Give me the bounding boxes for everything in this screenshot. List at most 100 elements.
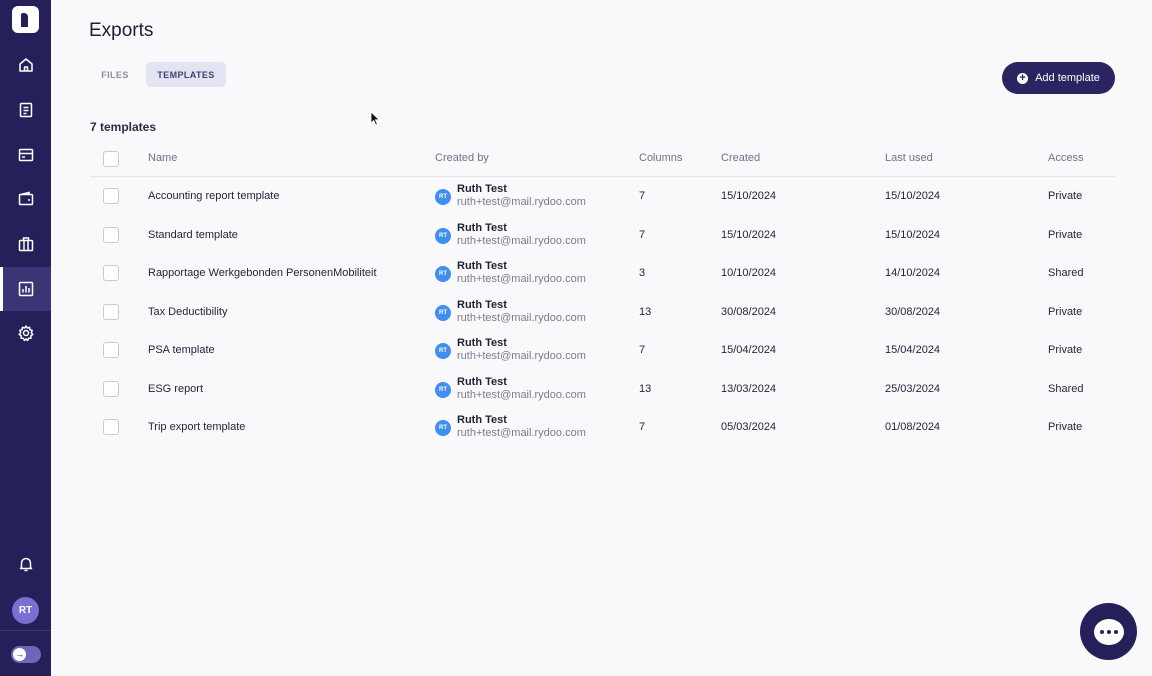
sidebar-divider <box>0 630 51 631</box>
row-checkbox[interactable] <box>103 303 119 320</box>
creator-email: ruth+test@mail.rydoo.com <box>457 427 586 439</box>
nav-expenses[interactable] <box>0 88 51 132</box>
creator-name: Ruth Test <box>457 298 507 311</box>
creator-email: ruth+test@mail.rydoo.com <box>457 388 586 401</box>
chat-dot <box>1099 629 1104 634</box>
logo-mark <box>21 13 28 27</box>
row-checkbox[interactable] <box>103 342 119 358</box>
row-checkbox[interactable] <box>103 265 119 281</box>
last-used-date: 15/10/2024 <box>885 228 941 241</box>
table-row[interactable]: Accounting report template RT Ruth Test ru… <box>90 177 1115 216</box>
chat-dot <box>1113 629 1118 634</box>
table-row[interactable]: PSA template RT Ruth Test ruth+test@mail.r… <box>90 331 1115 370</box>
column-count: 7 <box>639 190 646 202</box>
sidebar: RT → <box>0 0 51 676</box>
sidebar-collapse-toggle[interactable]: → <box>11 646 41 663</box>
row-checkbox[interactable] <box>103 380 119 397</box>
column-count: 7 <box>639 228 646 241</box>
template-name: Accounting report template <box>148 190 280 202</box>
header-created-by[interactable]: Created by <box>435 152 489 164</box>
table-header: Name Created by Columns Created Last use… <box>90 140 1115 177</box>
nav-travel[interactable] <box>0 222 51 266</box>
chat-button[interactable] <box>1080 603 1137 660</box>
column-count: 3 <box>639 267 646 279</box>
access-level: Private <box>1048 344 1083 356</box>
table-row[interactable]: ESG report RT Ruth Test ruth+test@mail.ryd… <box>90 370 1115 409</box>
created-date: 15/10/2024 <box>721 190 777 202</box>
column-count: 13 <box>639 305 652 318</box>
table-row[interactable]: Trip export template RT Ruth Test ruth+tes… <box>90 408 1115 447</box>
add-template-label: Add template <box>1035 72 1100 84</box>
created-date: 05/03/2024 <box>721 421 777 433</box>
reports-icon <box>18 281 33 297</box>
chat-dot <box>1106 629 1111 634</box>
nav-reports[interactable] <box>0 267 51 311</box>
nav-cards[interactable] <box>0 133 51 177</box>
access-level: Shared <box>1048 267 1084 279</box>
arrow-right-icon: → <box>13 648 26 661</box>
creator-email: ruth+test@mail.rydoo.com <box>457 311 586 324</box>
table-body: Accounting report template RT Ruth Test ru… <box>90 177 1115 447</box>
home-icon <box>18 58 33 72</box>
row-checkbox[interactable] <box>103 419 119 435</box>
template-name: Tax Deductibility <box>148 305 228 318</box>
creator-avatar: RT <box>435 266 451 282</box>
creator-avatar: RT <box>435 304 451 321</box>
last-used-date: 01/08/2024 <box>885 421 941 433</box>
tab-files[interactable]: FILES <box>90 62 140 87</box>
tab-templates[interactable]: TEMPLATES <box>146 62 226 87</box>
creator-avatar: RT <box>435 381 451 398</box>
nav-wallet[interactable] <box>0 177 51 221</box>
access-level: Private <box>1048 421 1083 433</box>
access-level: Private <box>1048 305 1083 318</box>
creator-email: ruth+test@mail.rydoo.com <box>457 273 586 285</box>
page-title: Exports <box>89 20 154 41</box>
select-all-checkbox[interactable] <box>103 151 119 167</box>
header-created[interactable]: Created <box>721 152 760 164</box>
wallet-icon <box>18 191 33 206</box>
created-date: 10/10/2024 <box>721 267 777 279</box>
creator-name: Ruth Test <box>457 221 507 234</box>
template-name: ESG report <box>148 382 204 395</box>
creator-avatar: RT <box>435 343 451 359</box>
creator-avatar: RT <box>435 189 451 205</box>
mouse-cursor-icon <box>370 111 380 126</box>
access-level: Private <box>1048 190 1083 202</box>
last-used-date: 15/04/2024 <box>885 344 941 356</box>
add-template-button[interactable]: + Add template <box>1002 62 1115 94</box>
bell-icon <box>19 557 32 572</box>
row-checkbox[interactable] <box>103 188 119 204</box>
created-date: 15/10/2024 <box>721 228 777 241</box>
chat-bubble-icon <box>1093 618 1124 645</box>
document-icon <box>19 102 32 118</box>
creator-email: ruth+test@mail.rydoo.com <box>457 350 586 362</box>
template-name: Standard template <box>148 228 238 241</box>
last-used-date: 30/08/2024 <box>885 305 941 318</box>
column-count: 7 <box>639 344 646 356</box>
row-checkbox[interactable] <box>103 226 119 243</box>
header-last-used[interactable]: Last used <box>885 152 933 164</box>
table-row[interactable]: Rapportage Werkgebonden PersonenMobilite… <box>90 254 1115 293</box>
creator-name: Ruth Test <box>457 375 507 388</box>
creator-avatar: RT <box>435 420 451 436</box>
header-name[interactable]: Name <box>148 152 177 164</box>
nav-home[interactable] <box>0 43 51 87</box>
column-count: 13 <box>639 382 652 395</box>
creator-avatar: RT <box>435 227 451 244</box>
creator-name: Ruth Test <box>457 337 507 349</box>
rydoo-logo[interactable] <box>12 6 39 33</box>
creator-name: Ruth Test <box>457 260 507 272</box>
table-row[interactable]: Tax Deductibility RT Ruth Test ruth+test@m… <box>90 293 1115 332</box>
last-used-date: 25/03/2024 <box>885 382 941 395</box>
header-columns[interactable]: Columns <box>639 152 682 164</box>
created-date: 13/03/2024 <box>721 382 777 395</box>
nav-settings[interactable] <box>0 311 51 355</box>
template-name: Rapportage Werkgebonden PersonenMobilite… <box>148 267 377 279</box>
header-access[interactable]: Access <box>1048 152 1083 164</box>
last-used-date: 14/10/2024 <box>885 267 941 279</box>
creator-email: ruth+test@mail.rydoo.com <box>457 234 586 247</box>
table-row[interactable]: Standard template RT Ruth Test ruth+test@m… <box>90 216 1115 255</box>
user-avatar[interactable]: RT <box>12 597 39 624</box>
notifications-button[interactable] <box>0 542 51 586</box>
column-count: 7 <box>639 421 646 433</box>
